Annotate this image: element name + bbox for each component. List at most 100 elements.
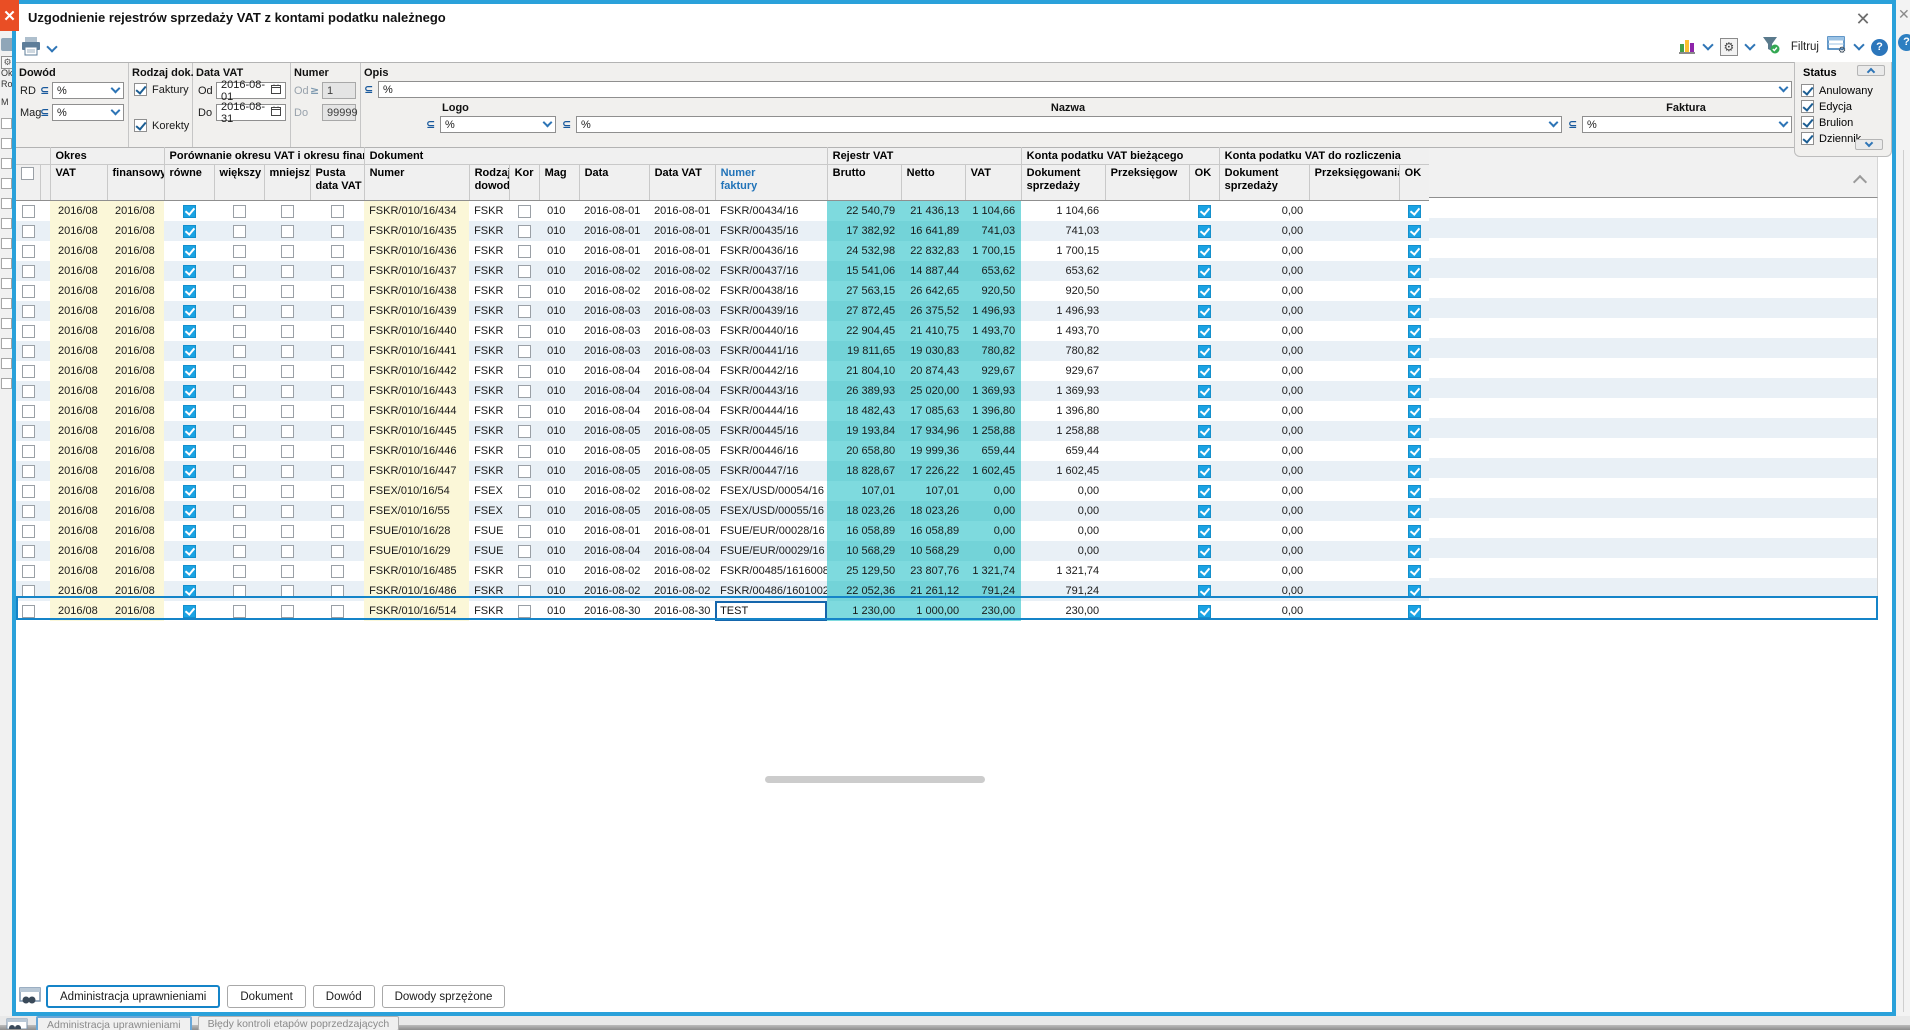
sel-checkbox[interactable] [21, 444, 35, 458]
cell-sel[interactable] [16, 261, 40, 281]
mniejszy-checkbox[interactable] [280, 504, 294, 518]
rowne-checkbox[interactable] [182, 604, 196, 618]
cell-sel[interactable] [16, 301, 40, 321]
cell-numer[interactable]: FSEX/010/16/54 [364, 481, 470, 501]
cell-sel[interactable] [16, 381, 40, 401]
pusta_data_vat-checkbox[interactable] [330, 264, 344, 278]
settings-dropdown-icon[interactable] [1744, 39, 1756, 51]
cell-przeks1[interactable] [1105, 481, 1189, 501]
cell-brutto[interactable]: 107,01 [827, 481, 902, 501]
cell-okres_vat[interactable]: 2016/08 [50, 521, 107, 541]
cell-pusta_data_vat[interactable] [310, 241, 364, 261]
cell-okres_vat[interactable]: 2016/08 [50, 561, 107, 581]
faktura-input[interactable]: % [1582, 116, 1792, 133]
cell-vat[interactable]: 1 369,93 [965, 381, 1022, 401]
cell-sel[interactable] [16, 481, 40, 501]
wiekszy-checkbox[interactable] [232, 584, 246, 598]
cell-rowne[interactable] [164, 561, 214, 581]
table-row[interactable]: 2016/08 2016/08 FSKR/010/16/442 FSKR 010 2016… [16, 361, 1429, 381]
ok1-checkbox[interactable] [1197, 404, 1211, 418]
cell-rowne[interactable] [164, 261, 214, 281]
mniejszy-checkbox[interactable] [280, 564, 294, 578]
cell-brutto[interactable]: 19 193,84 [827, 421, 902, 441]
cell-dok2[interactable]: 0,00 [1219, 301, 1309, 321]
cell-rowne[interactable] [164, 541, 214, 561]
ok1-checkbox[interactable] [1197, 544, 1211, 558]
cell-rodzaj[interactable]: FSEX [469, 501, 509, 521]
cell-okres_vat[interactable]: 2016/08 [50, 501, 107, 521]
cell-netto[interactable]: 21 261,12 [901, 581, 966, 601]
cell-dok2[interactable]: 0,00 [1219, 281, 1309, 301]
cell-kor[interactable] [509, 561, 539, 581]
cell-ok1[interactable] [1189, 281, 1219, 301]
cell-przeks2[interactable] [1309, 581, 1399, 601]
cell-numer[interactable]: FSKR/010/16/436 [364, 241, 470, 261]
cell-data[interactable]: 2016-08-05 [579, 461, 649, 481]
column-header-dok1[interactable]: Dokument sprzedaży [1021, 164, 1106, 201]
cell-dok2[interactable]: 0,00 [1219, 381, 1309, 401]
column-header-brutto[interactable]: Brutto [827, 164, 902, 201]
sel-checkbox[interactable] [21, 604, 35, 618]
ok2-checkbox[interactable] [1407, 444, 1421, 458]
cell-okres_fin[interactable]: 2016/08 [107, 221, 165, 241]
cell-wiekszy[interactable] [214, 341, 264, 361]
mniejszy-checkbox[interactable] [280, 464, 294, 478]
cell-okres_vat[interactable]: 2016/08 [50, 321, 107, 341]
cell-mag[interactable]: 010 [539, 361, 579, 381]
cell-przeks1[interactable] [1105, 421, 1189, 441]
table-row[interactable]: 2016/08 2016/08 FSKR/010/16/436 FSKR 010 2016… [16, 241, 1429, 261]
table-row[interactable]: 2016/08 2016/08 FSKR/010/16/437 FSKR 010 2016… [16, 261, 1430, 281]
cell-mniejszy[interactable] [264, 241, 310, 261]
print-icon[interactable] [20, 37, 42, 61]
cell-wiekszy[interactable] [214, 441, 264, 461]
ok2-checkbox[interactable] [1407, 344, 1421, 358]
pusta_data_vat-checkbox[interactable] [330, 564, 344, 578]
cell-pusta_data_vat[interactable] [310, 541, 364, 561]
cell-przeks2[interactable] [1309, 341, 1399, 361]
cell-mniejszy[interactable] [264, 481, 310, 501]
scroll-up-icon[interactable] [1854, 173, 1866, 185]
cell-mniejszy[interactable] [264, 321, 310, 341]
cell-wiekszy[interactable] [214, 301, 264, 321]
cell-przeks1[interactable] [1105, 561, 1189, 581]
cell-kor[interactable] [509, 301, 539, 321]
cell-rodzaj[interactable]: FSUE [469, 541, 509, 561]
cell-data_vat[interactable]: 2016-08-02 [649, 261, 715, 281]
column-header-select[interactable] [16, 164, 41, 201]
column-header-przeks1[interactable]: Przeksięgow [1105, 164, 1190, 201]
cell-brutto[interactable]: 18 482,43 [827, 401, 902, 421]
wiekszy-checkbox[interactable] [232, 424, 246, 438]
cell-przeks1[interactable] [1105, 461, 1189, 481]
filter-button-label[interactable]: Filtruj [1791, 41, 1819, 53]
rowne-checkbox[interactable] [182, 344, 196, 358]
cell-ok2[interactable] [1399, 421, 1429, 441]
cell-kor[interactable] [509, 601, 539, 621]
wiekszy-checkbox[interactable] [232, 324, 246, 338]
wiekszy-checkbox[interactable] [232, 404, 246, 418]
nazwa-input[interactable]: % [576, 116, 1562, 133]
cell-ok1[interactable] [1189, 601, 1219, 621]
cell-mniejszy[interactable] [264, 541, 310, 561]
ok1-checkbox[interactable] [1197, 384, 1211, 398]
cell-ok2[interactable] [1399, 541, 1429, 561]
cell-dok1[interactable]: 0,00 [1021, 521, 1105, 541]
cell-wiekszy[interactable] [214, 421, 264, 441]
cell-mniejszy[interactable] [264, 601, 310, 621]
cell-vat[interactable]: 0,00 [965, 481, 1022, 501]
cell-pusta_data_vat[interactable] [310, 201, 364, 222]
cell-mag[interactable]: 010 [539, 321, 579, 341]
cell-okres_fin[interactable]: 2016/08 [107, 541, 165, 561]
cell-okres_vat[interactable]: 2016/08 [50, 541, 107, 561]
cell-rowne[interactable] [164, 581, 214, 601]
cell-dok1[interactable]: 1 369,93 [1021, 381, 1105, 401]
ok2-checkbox[interactable] [1407, 524, 1421, 538]
kor-checkbox[interactable] [517, 324, 531, 338]
cell-wiekszy[interactable] [214, 541, 264, 561]
cell-brutto[interactable]: 18 023,26 [827, 501, 902, 521]
chart-dropdown-icon[interactable] [1702, 39, 1714, 51]
kor-checkbox[interactable] [517, 504, 531, 518]
cell-rowne[interactable] [164, 301, 214, 321]
cell-wiekszy[interactable] [214, 201, 264, 222]
table-row[interactable]: 2016/08 2016/08 FSKR/010/16/443 FSKR 010 2016… [16, 381, 1430, 401]
cell-ok2[interactable] [1399, 461, 1429, 481]
